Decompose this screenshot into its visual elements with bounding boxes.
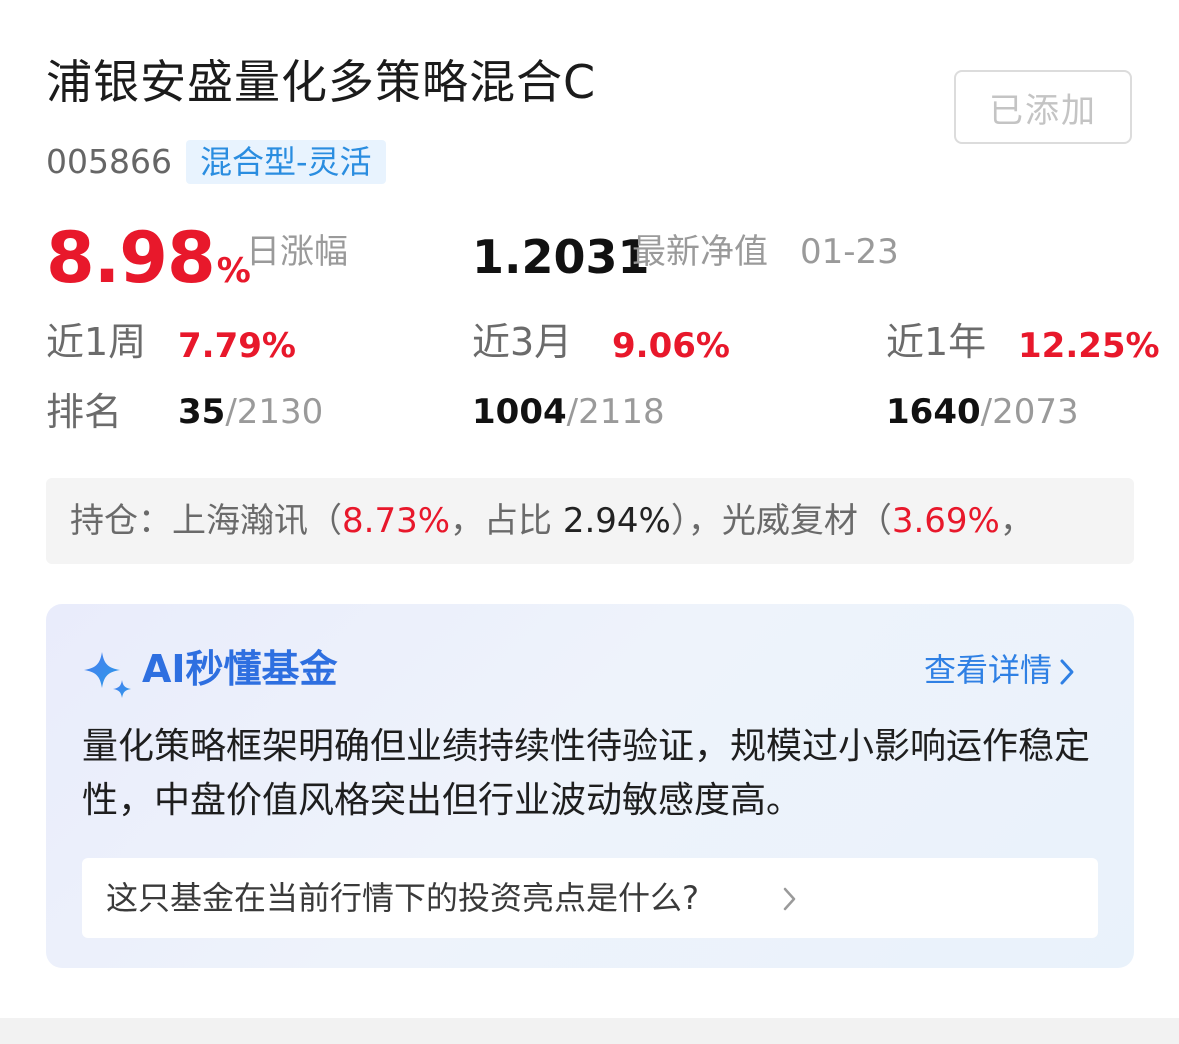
rank-1y: 1640/2073 [886,390,1079,434]
sparkle-icon [84,652,131,698]
rank-3m: 1004/2118 [472,390,665,434]
ai-summary-text: 量化策略框架明确但业绩持续性待验证，规模过小影响运作稳定性，中盘价值风格突出但行… [82,726,1091,821]
ai-question-text: 这只基金在当前行情下的投资亮点是什么? [106,879,699,917]
period-return-1y: 12.25% [1018,326,1160,366]
holding-2-open: （ [857,501,892,541]
daily-change-label: 日涨幅 [246,232,348,272]
daily-change-unit: % [216,251,251,291]
chevron-right-icon [783,887,796,911]
rank-label: 排名 [46,390,123,434]
rank-1w-total: /2130 [225,392,324,432]
fund-type-tag: 混合型-灵活 [186,140,386,184]
chevron-right-icon [1060,659,1074,685]
section-divider [0,1018,1179,1044]
rank-3m-position: 1004 [472,392,567,432]
holding-1-ratio: 2.94% [562,501,671,541]
nav-date: 01-23 [800,232,899,272]
view-details-link[interactable]: 查看详情 [924,648,1076,692]
holding-1-change: 8.73% [342,501,451,541]
daily-change-value: 8.98 [46,217,216,299]
ai-summary-card: AI秒懂基金 查看详情 量化策略框架明确但业绩持续性待验证，规模过小影响运作稳定… [46,604,1134,968]
period-return-3m: 9.06% [612,326,730,366]
ai-title: AI秒懂基金 [142,647,338,691]
holding-2-change: 3.69% [891,501,1000,541]
period-label-1w: 近1周 [46,320,147,364]
ai-question-button[interactable]: 这只基金在当前行情下的投资亮点是什么? [82,858,1098,938]
nav-label: 最新净值 [632,232,768,272]
rank-1w: 35/2130 [178,390,323,434]
holding-1-name: 上海瀚讯 [172,501,308,541]
holdings-prefix: 持仓： [70,501,172,541]
holding-1-open: （ [308,501,342,541]
rank-1w-position: 35 [178,392,226,432]
fund-code: 005866 [46,142,172,181]
view-details-label: 查看详情 [924,651,1053,689]
holdings-text: 持仓：上海瀚讯（8.73%，占比 2.94%），光威复材（3.69%， [70,478,1034,564]
rank-1y-position: 1640 [886,392,981,432]
holding-1-close: ）， [670,501,722,541]
added-watchlist-button[interactable]: 已添加 [954,70,1132,144]
daily-change: 8.98% [46,217,251,311]
period-label-3m: 近3月 [472,320,573,364]
rank-1y-total: /2073 [980,392,1079,432]
nav-value: 1.2031 [472,230,650,284]
period-label-1y: 近1年 [886,320,987,364]
rank-3m-total: /2118 [566,392,665,432]
holding-2-name: 光威复材 [721,501,858,541]
holdings-bar[interactable]: 持仓：上海瀚讯（8.73%，占比 2.94%），光威复材（3.69%， [46,478,1134,564]
holding-2-tail: ， [999,501,1034,541]
fund-name: 浦银安盛量化多策略混合C [46,55,597,109]
holding-1-mid: ，占比 [450,501,563,541]
period-return-1w: 7.79% [178,326,296,366]
